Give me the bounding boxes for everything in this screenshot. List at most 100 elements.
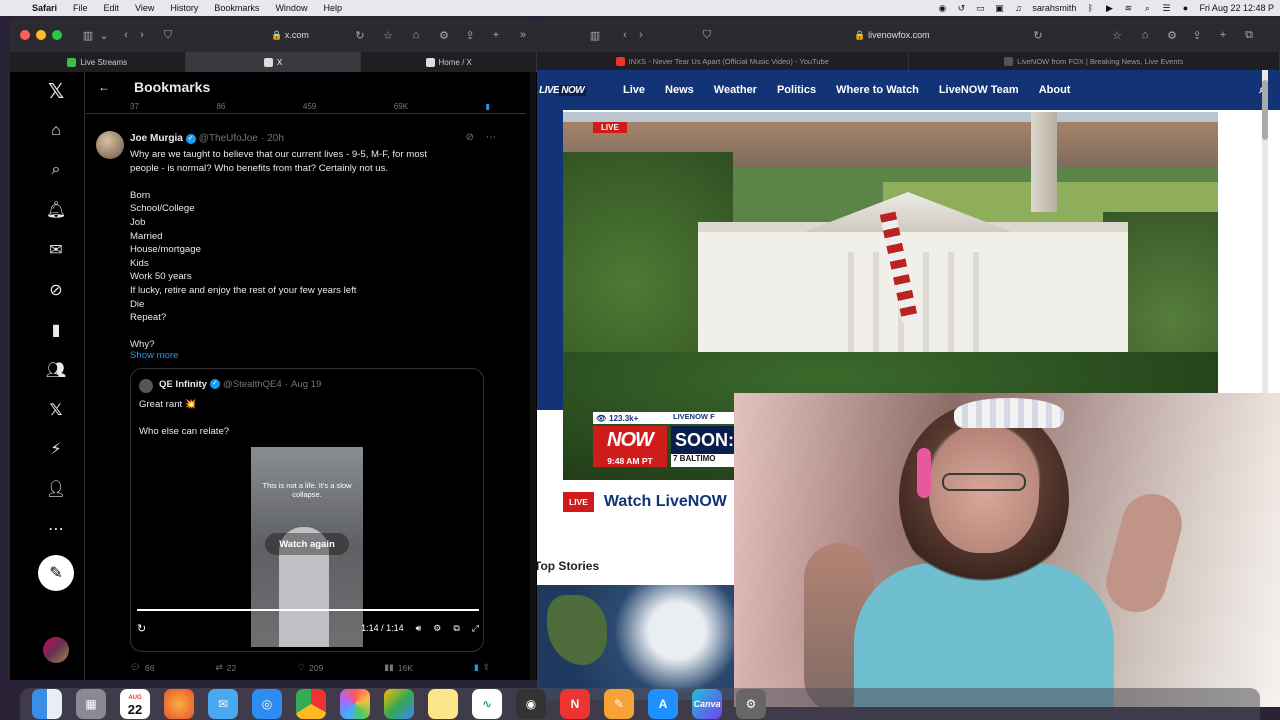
user-name[interactable]: sarahsmith: [1032, 3, 1076, 13]
clock[interactable]: Fri Aug 22 12:48 P: [1199, 3, 1274, 13]
photos-icon[interactable]: [340, 689, 370, 719]
author-handle[interactable]: @TheUfoJoe: [199, 133, 258, 144]
screen-icon[interactable]: ▭: [975, 3, 985, 13]
back-icon[interactable]: ‹: [118, 29, 134, 41]
tab-home-x[interactable]: Home / X: [361, 52, 537, 72]
watch-livenow-title[interactable]: Watch LiveNOW: [604, 493, 727, 511]
menu-window[interactable]: Window: [267, 3, 315, 13]
tab-live-streams[interactable]: Live Streams: [10, 52, 186, 72]
profile-icon[interactable]: 👤︎: [45, 478, 67, 500]
menu-bookmarks[interactable]: Bookmarks: [206, 3, 267, 13]
star-icon[interactable]: ☆: [380, 29, 396, 42]
more-tabs-icon[interactable]: »: [515, 29, 531, 41]
compose-post-button[interactable]: ✎: [38, 555, 74, 591]
google-drive-icon[interactable]: [384, 689, 414, 719]
minimize-window-button[interactable]: [36, 30, 46, 40]
siri-icon[interactable]: ●: [1180, 3, 1190, 13]
bookmark-icon[interactable]: ▮: [474, 662, 479, 673]
bookmark-icon[interactable]: ▮: [486, 102, 490, 110]
forward-icon[interactable]: ›: [633, 29, 649, 41]
gear-icon[interactable]: ⚙: [436, 29, 452, 42]
gear-icon[interactable]: ⚙: [433, 623, 441, 634]
repost-button[interactable]: ⇄ 22: [215, 662, 236, 673]
video-player[interactable]: This is not a life. It's a slow collapse…: [251, 447, 363, 647]
app-store-icon[interactable]: A: [648, 689, 678, 719]
avatar[interactable]: [96, 131, 124, 159]
like-count[interactable]: 459: [303, 102, 316, 110]
menu-help[interactable]: Help: [315, 3, 350, 13]
nav-weather[interactable]: Weather: [714, 84, 757, 96]
menu-edit[interactable]: Edit: [96, 3, 128, 13]
firefox-icon[interactable]: [164, 689, 194, 719]
canva-icon[interactable]: Canva: [692, 689, 722, 719]
grok-icon[interactable]: ⊘: [45, 279, 67, 301]
livenow-logo[interactable]: LIVE NOW: [539, 80, 597, 100]
headphones-icon[interactable]: ♫: [1013, 3, 1023, 13]
communities-icon[interactable]: 👥︎: [45, 359, 67, 381]
tab-overview-icon[interactable]: ⧉: [1241, 29, 1257, 42]
scrollbar[interactable]: [530, 72, 536, 680]
watch-again-button[interactable]: Watch again: [265, 533, 349, 555]
show-more-link[interactable]: Show more: [130, 350, 179, 361]
reload-icon[interactable]: ↻: [352, 29, 368, 42]
nav-politics[interactable]: Politics: [777, 84, 816, 96]
tab-youtube[interactable]: INXS - Never Tear Us Apart (Official Mus…: [537, 52, 909, 70]
bluetooth-icon[interactable]: ᛒ: [1085, 3, 1095, 13]
shield-icon[interactable]: ⛉: [699, 29, 715, 42]
home-icon[interactable]: ⌂: [408, 29, 424, 41]
quoted-post[interactable]: QE Infinity ✓ @StealthQE4 · Aug 19 Great…: [130, 368, 484, 652]
views-button[interactable]: ▮▮ 16K: [384, 662, 413, 673]
x-logo-icon[interactable]: 𝕏: [45, 80, 67, 103]
quote-author-name[interactable]: QE Infinity: [159, 379, 207, 390]
avatar[interactable]: [139, 379, 153, 393]
more-icon[interactable]: ⋯: [45, 518, 67, 540]
control-center-icon[interactable]: ☰: [1161, 3, 1171, 13]
like-button[interactable]: ♡ 209: [297, 662, 323, 673]
menu-app-name[interactable]: Safari: [24, 3, 65, 13]
story-image-storm[interactable]: [537, 585, 737, 700]
new-tab-icon[interactable]: +: [488, 29, 504, 41]
scrollbar-thumb[interactable]: [1262, 80, 1268, 140]
freeform-icon[interactable]: ∿: [472, 689, 502, 719]
sidebar-icon[interactable]: ▥: [587, 29, 603, 42]
nav-livenow-team[interactable]: LiveNOW Team: [939, 84, 1019, 96]
premium-icon[interactable]: 𝕏: [45, 399, 67, 421]
account-avatar[interactable]: [43, 637, 69, 663]
obs-icon[interactable]: ◉: [937, 3, 947, 13]
reply-button[interactable]: 💬︎ 66: [130, 662, 154, 673]
quote-date[interactable]: Aug 19: [291, 379, 321, 390]
more-icon[interactable]: ⋯: [486, 132, 496, 143]
reply-count[interactable]: 37: [130, 102, 139, 110]
replay-icon[interactable]: ↻: [137, 622, 146, 635]
quote-author-handle[interactable]: @StealthQE4: [223, 379, 282, 390]
star-icon[interactable]: ☆: [1109, 29, 1125, 42]
gear-icon[interactable]: ⚙: [1164, 29, 1180, 42]
zoom-window-button[interactable]: [52, 30, 62, 40]
grok-icon[interactable]: ⊘: [466, 132, 474, 143]
chrome-icon[interactable]: [296, 689, 326, 719]
reload-icon[interactable]: ↻: [1030, 29, 1046, 42]
forward-icon[interactable]: ›: [134, 29, 150, 41]
share-icon[interactable]: ⇪: [462, 29, 478, 42]
home-icon[interactable]: ⌂: [45, 120, 67, 142]
back-arrow-icon[interactable]: ←: [98, 80, 112, 94]
menu-file[interactable]: File: [65, 3, 96, 13]
search-icon[interactable]: ⌕: [1142, 3, 1152, 13]
pip-icon[interactable]: ⧉: [453, 623, 459, 634]
settings-icon[interactable]: ⚙: [736, 689, 766, 719]
play-icon[interactable]: ▶: [1104, 3, 1114, 13]
post-time[interactable]: 20h: [267, 133, 284, 144]
search-icon[interactable]: ⌕: [45, 159, 67, 181]
view-count[interactable]: 69K: [394, 102, 408, 110]
nav-where-to-watch[interactable]: Where to Watch: [836, 84, 919, 96]
share-icon[interactable]: ⇪: [1189, 29, 1205, 42]
bookmarks-icon[interactable]: ▮: [45, 319, 67, 341]
share-icon[interactable]: ⇪: [483, 662, 490, 673]
sidebar-icon[interactable]: ▥: [80, 29, 96, 42]
chevron-down-icon[interactable]: ⌄: [96, 29, 112, 42]
display-icon[interactable]: ▣: [994, 3, 1004, 13]
messages-icon[interactable]: ✉: [45, 239, 67, 261]
volume-icon[interactable]: 🔊︎: [416, 623, 422, 634]
address-bar[interactable]: 🔒 livenowfox.com: [777, 26, 1007, 44]
wifi-icon[interactable]: ≋: [1123, 3, 1133, 13]
